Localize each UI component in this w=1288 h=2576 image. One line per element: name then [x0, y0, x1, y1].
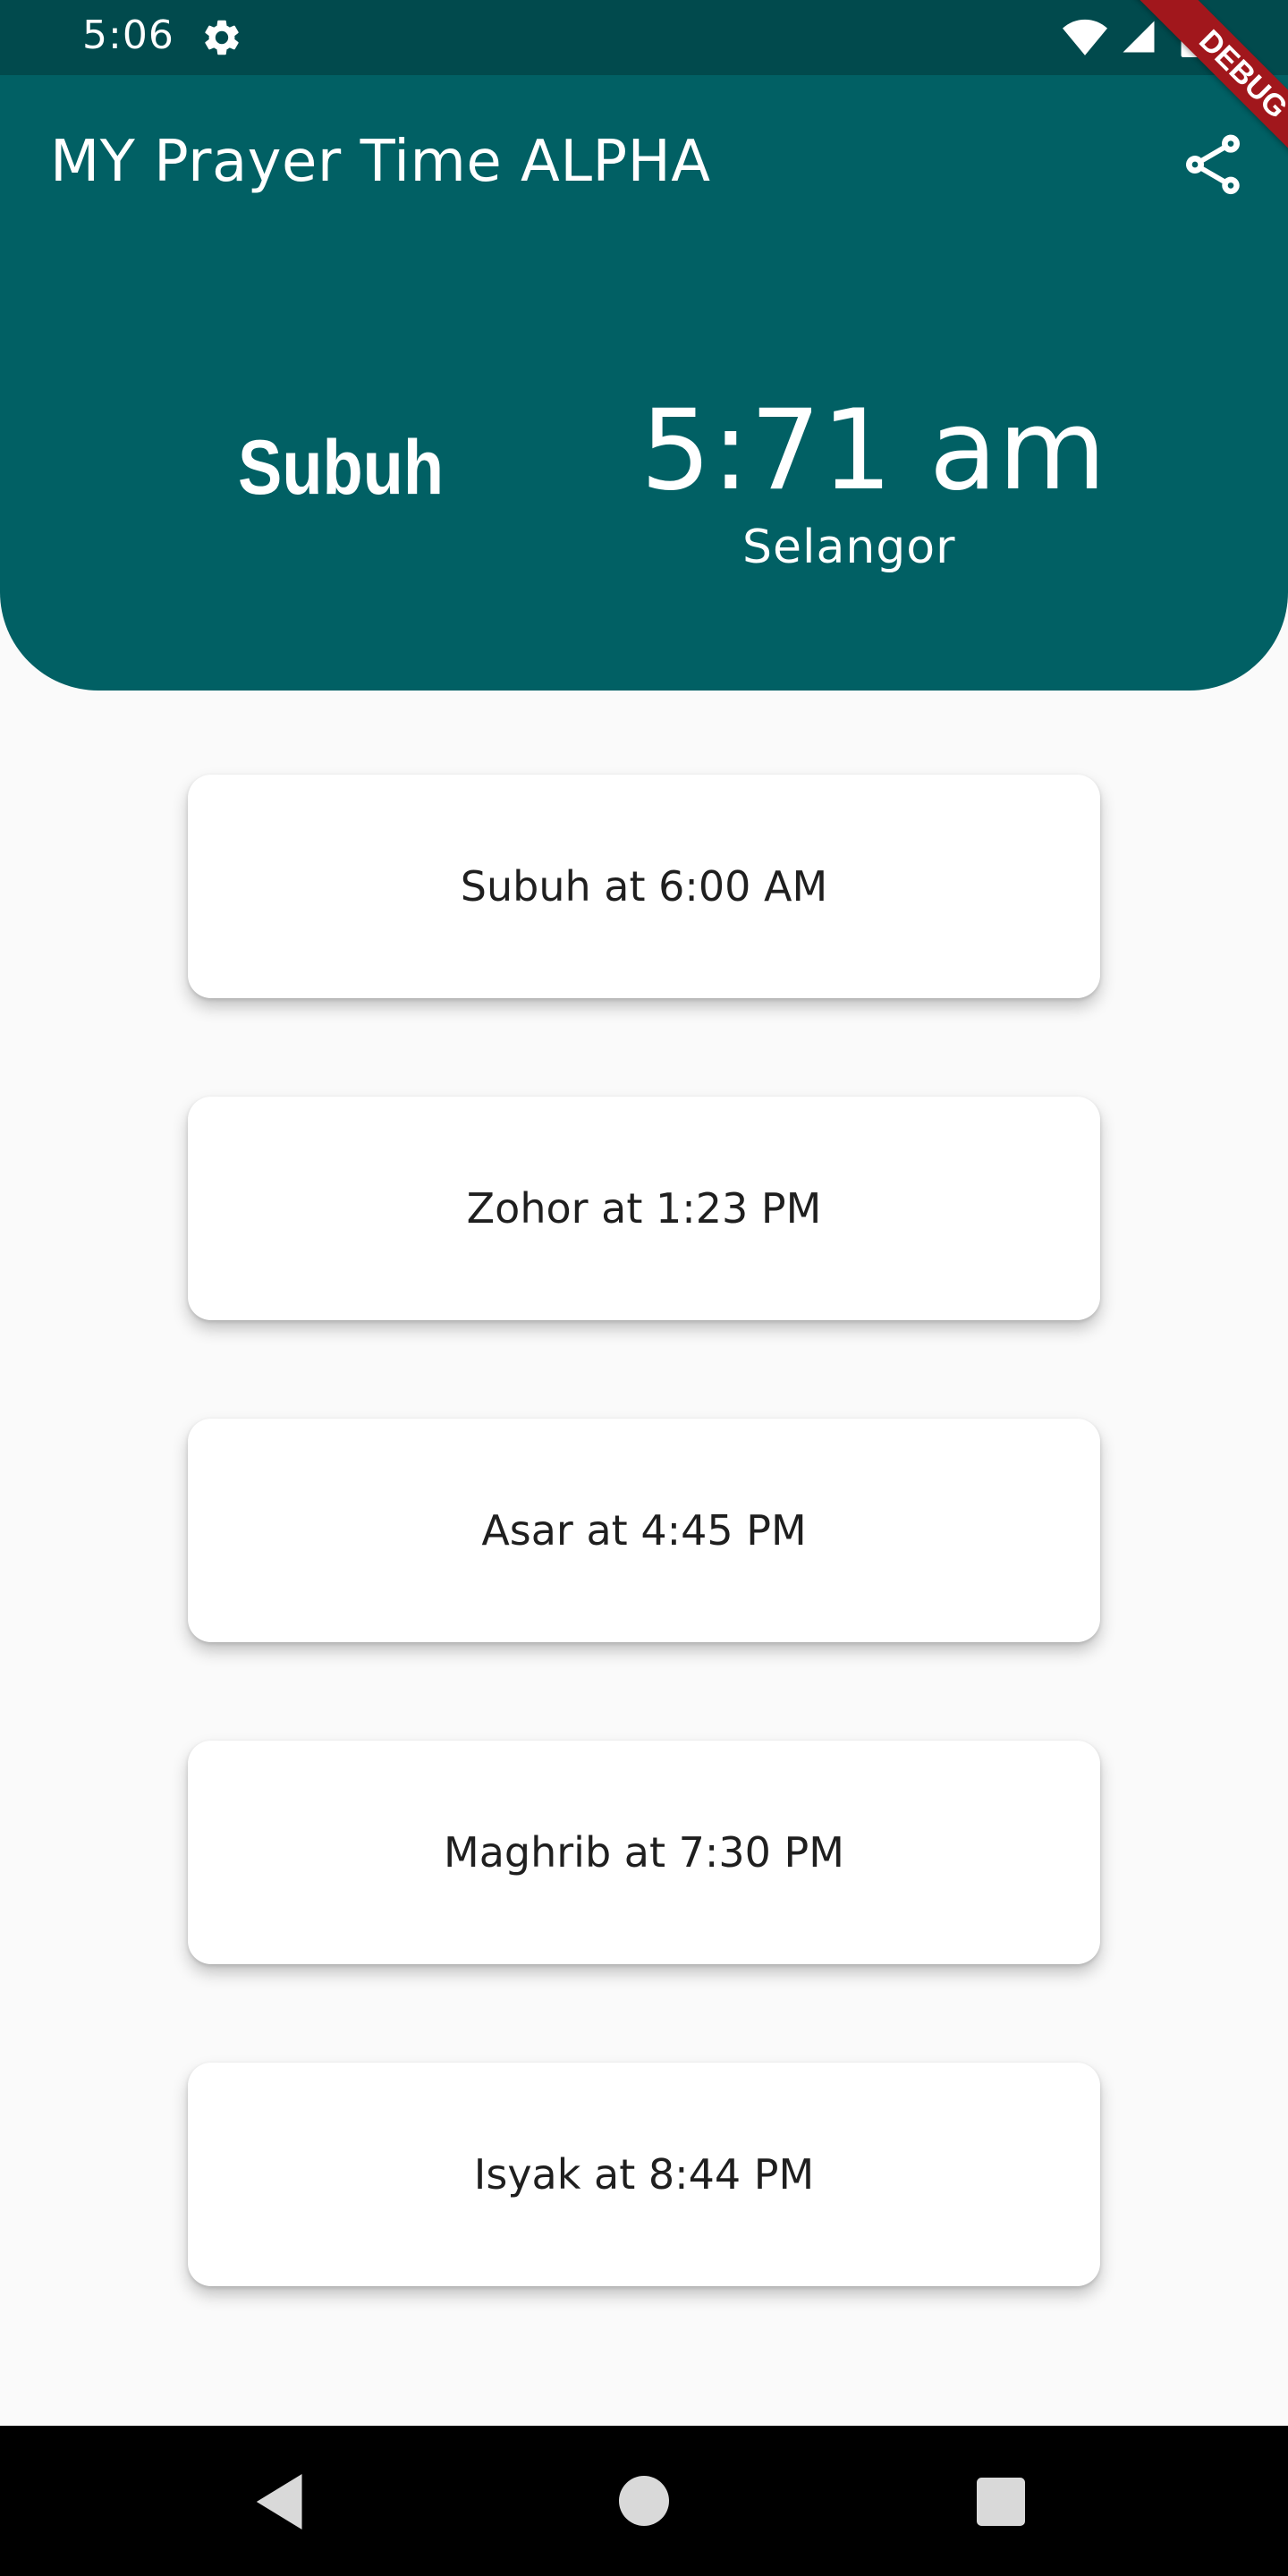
app-title: MY Prayer Time ALPHA — [50, 129, 711, 195]
current-prayer-name: Subuh — [238, 425, 445, 511]
prayer-card-label: Asar at 4:45 PM — [481, 1506, 807, 1555]
prayer-card-label: Zohor at 1:23 PM — [466, 1184, 822, 1233]
signal-icon — [1123, 21, 1155, 53]
status-time: 5:06 — [82, 13, 174, 58]
prayer-card-asar[interactable]: Asar at 4:45 PM — [188, 1419, 1100, 1642]
recents-icon[interactable] — [977, 2478, 1025, 2526]
prayer-card-label: Isyak at 8:44 PM — [473, 2150, 815, 2199]
prayer-card-label: Subuh at 6:00 AM — [460, 862, 828, 911]
current-location: Selangor — [742, 521, 956, 574]
battery-icon — [1181, 16, 1200, 57]
wifi-icon — [1063, 19, 1107, 55]
prayer-card-maghrib[interactable]: Maghrib at 7:30 PM — [188, 1741, 1100, 1964]
gear-icon — [205, 20, 239, 55]
current-prayer-time: 5:71 am — [640, 386, 1107, 515]
prayer-card-zohor[interactable]: Zohor at 1:23 PM — [188, 1097, 1100, 1320]
status-bar: 5:06 — [0, 0, 1288, 75]
prayer-card-isyak[interactable]: Isyak at 8:44 PM — [188, 2063, 1100, 2286]
back-icon[interactable] — [256, 2474, 308, 2529]
navigation-bar — [0, 2426, 1288, 2576]
prayer-card-subuh[interactable]: Subuh at 6:00 AM — [188, 775, 1100, 998]
share-icon[interactable] — [1177, 129, 1249, 200]
app-header: MY Prayer Time ALPHA Subuh 5:71 am Selan… — [0, 75, 1288, 691]
prayer-card-label: Maghrib at 7:30 PM — [444, 1828, 844, 1877]
home-icon[interactable] — [619, 2476, 669, 2526]
